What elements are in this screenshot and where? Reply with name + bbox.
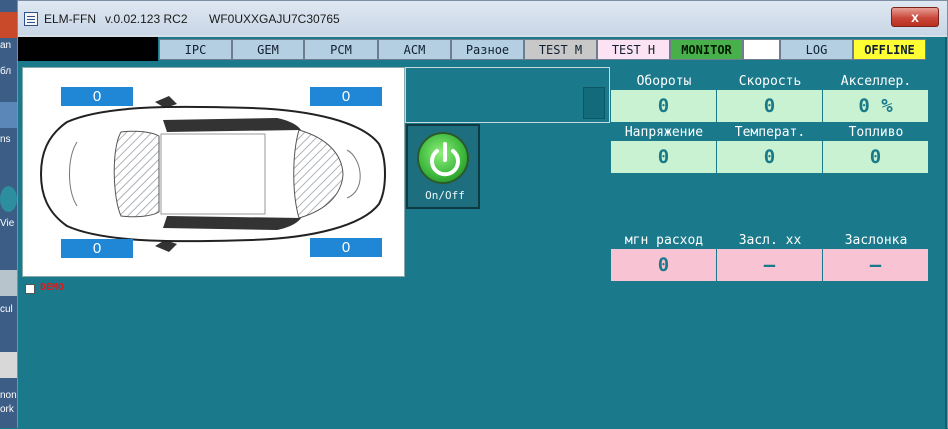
fuel-value: 0 xyxy=(823,141,928,173)
demo-checkbox[interactable] xyxy=(25,284,35,294)
window-edge xyxy=(945,37,947,429)
tab-ipc[interactable]: IPC xyxy=(159,39,232,60)
close-button[interactable]: x xyxy=(891,7,939,27)
rpm-label: Обороты xyxy=(636,74,692,89)
throttle-pedal-label: Акселлер. xyxy=(840,74,912,89)
vin-number: WF0UXXGAJU7C30765 xyxy=(209,12,340,26)
desktop-background: an бл ns Vie cul non ork xyxy=(0,0,17,428)
idle-throttle-value: – xyxy=(717,249,822,281)
throttle-value: – xyxy=(823,249,928,281)
tire-pressure-front-left: 0 xyxy=(61,87,133,106)
power-button-label: On/Off xyxy=(425,189,465,202)
status-strip xyxy=(18,37,158,61)
instant-consumption-label: мгн расход xyxy=(624,233,704,248)
car-top-view-icon xyxy=(39,96,386,252)
speed-value: 0 xyxy=(717,90,822,122)
app-icon xyxy=(24,12,38,26)
power-icon[interactable] xyxy=(417,132,469,184)
desktop-icon-label: cul xyxy=(0,304,13,315)
power-button[interactable]: On/Off xyxy=(406,124,480,209)
indicator-box xyxy=(583,87,605,119)
tab-offline[interactable]: OFFLINE xyxy=(853,39,926,60)
app-window: ELM-FFN v.0.02.123 RC2 WF0UXXGAJU7C30765… xyxy=(17,0,948,429)
tire-pressure-front-right: 0 xyxy=(310,87,382,106)
app-version: v.0.02.123 RC2 xyxy=(105,12,188,26)
tab-acm[interactable]: ACM xyxy=(378,39,451,60)
temperature-value: 0 xyxy=(717,141,822,173)
tab-pcm[interactable]: PCM xyxy=(304,39,378,60)
desktop-icon[interactable] xyxy=(0,12,17,38)
speed-label: Скорость xyxy=(738,74,802,89)
voltage-value: 0 xyxy=(611,141,716,173)
tire-pressure-rear-right: 0 xyxy=(310,238,382,257)
desktop-icon[interactable] xyxy=(0,186,17,212)
tab-test-m[interactable]: TEST M xyxy=(524,39,597,60)
tab-misc[interactable]: Разное xyxy=(451,39,524,60)
info-frame xyxy=(405,67,610,123)
desktop-icon-label: non xyxy=(0,390,17,401)
fuel-label: Топливо xyxy=(848,125,904,140)
tire-pressure-rear-left: 0 xyxy=(61,239,133,258)
voltage-label: Напряжение xyxy=(624,125,704,140)
demo-label[interactable]: DEMO xyxy=(40,282,64,293)
throttle-label: Заслонка xyxy=(844,233,908,248)
desktop-icon-label: Vie xyxy=(0,218,15,229)
desktop-icon-label: an xyxy=(0,40,12,51)
title-bar[interactable]: ELM-FFN v.0.02.123 RC2 WF0UXXGAJU7C30765… xyxy=(18,1,947,35)
desktop-icon[interactable] xyxy=(0,270,17,296)
rpm-value: 0 xyxy=(611,90,716,122)
desktop-icon-label: бл xyxy=(0,66,12,77)
app-name: ELM-FFN xyxy=(44,12,96,26)
main-area: IPC GEM PCM ACM Разное TEST M TEST H MON… xyxy=(18,37,947,429)
tire-panel: 0 0 0 0 xyxy=(22,67,405,277)
desktop-icon-label: ork xyxy=(0,404,14,415)
throttle-pedal-value: 0 % xyxy=(823,90,928,122)
idle-throttle-label: Засл. хх xyxy=(738,233,802,248)
tab-test-h[interactable]: TEST H xyxy=(597,39,670,60)
temperature-label: Температ. xyxy=(734,125,806,140)
tab-blank[interactable] xyxy=(743,39,780,60)
desktop-icon-label: ns xyxy=(0,134,11,145)
desktop-icon[interactable] xyxy=(0,352,17,378)
tab-monitor[interactable]: MONITOR xyxy=(670,39,743,60)
tab-gem[interactable]: GEM xyxy=(232,39,304,60)
desktop-icon[interactable] xyxy=(0,102,17,128)
instant-consumption-value: 0 xyxy=(611,249,716,281)
tab-log[interactable]: LOG xyxy=(780,39,853,60)
